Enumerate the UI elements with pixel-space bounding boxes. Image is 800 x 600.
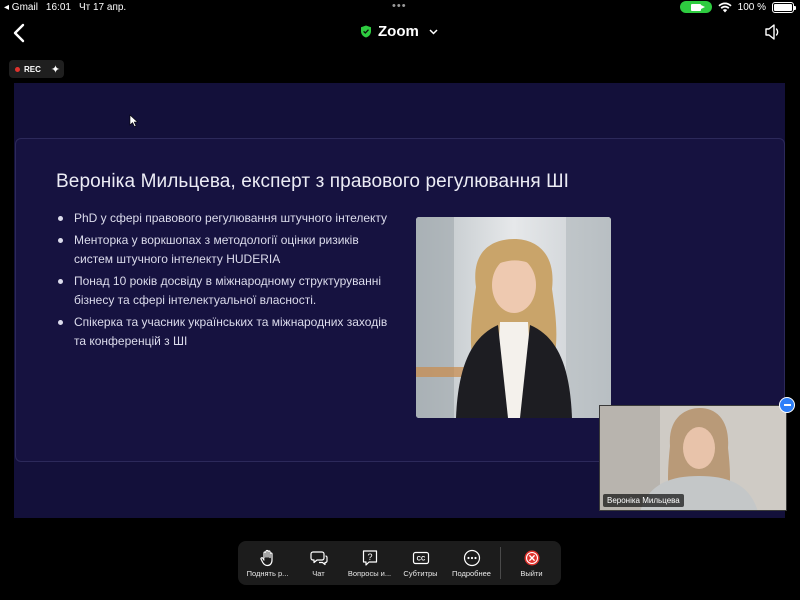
closed-captions-icon: CC [412, 551, 429, 564]
captions-label: Субтитры [403, 568, 438, 578]
chat-label: Чат [312, 568, 325, 578]
more-label: Подробнее [452, 568, 491, 578]
mouse-cursor-icon [129, 114, 139, 127]
clock: 16:01 [45, 2, 71, 13]
battery-percent: 100 % [737, 1, 766, 13]
bullet-item: Менторка у воркшопах з методології оцінк… [58, 231, 388, 269]
camera-in-use-indicator [679, 1, 712, 13]
toolbar-divider [500, 547, 501, 579]
chat-icon [309, 550, 328, 565]
video-camera-icon [690, 3, 705, 11]
more-button[interactable]: Подробнее [446, 543, 497, 583]
meeting-title: Zoom [378, 23, 419, 40]
svg-text:CC: CC [416, 556, 425, 562]
bullet-item: PhD у сфері правового регулювання штучно… [58, 209, 388, 228]
recording-label: REC [24, 64, 41, 74]
captions-button[interactable]: CC Субтитры [395, 543, 446, 583]
back-to-gmail-link[interactable]: ◂ Gmail [4, 2, 38, 13]
qa-label: Вопросы и... [347, 568, 392, 578]
speaker-portrait-photo [416, 217, 611, 418]
qa-button[interactable]: ? Вопросы и... [344, 543, 395, 583]
multitask-dots[interactable]: ••• [392, 0, 407, 12]
slide-title: Вероніка Мильцева, експерт з правового р… [56, 171, 570, 192]
participant-video-tile[interactable]: Вероніка Мильцева [599, 405, 787, 511]
bullet-list: PhD у сфері правового регулювання штучно… [58, 209, 388, 354]
raise-hand-icon [259, 549, 273, 566]
participant-name-tag: Вероніка Мильцева [603, 494, 684, 507]
bullet-item: Понад 10 років досвіду в міжнародному ст… [58, 272, 388, 310]
meeting-info-dropdown[interactable]: Zoom [360, 23, 438, 40]
shield-check-icon [361, 25, 371, 38]
leave-x-icon [524, 550, 539, 565]
ios-status-bar: ◂ Gmail 16:01 Чт 17 апр. ••• 100 % [0, 0, 800, 16]
minimize-video-button[interactable] [779, 397, 795, 413]
leave-button[interactable]: Выйти [506, 543, 557, 583]
battery-icon [772, 1, 796, 13]
recording-badge[interactable]: REC ✦ [9, 60, 64, 78]
bullet-item: Спікерка та учасник українських та міжна… [58, 313, 388, 351]
wifi-icon [718, 1, 732, 12]
chevron-down-icon [429, 28, 438, 35]
svg-text:?: ? [367, 552, 372, 562]
date: Чт 17 апр. [78, 2, 127, 13]
chat-button[interactable]: Чат [293, 543, 344, 583]
back-chevron-icon[interactable] [10, 22, 30, 44]
speaker-icon[interactable] [764, 22, 782, 42]
raise-hand-label: Поднять р... [246, 568, 289, 578]
raise-hand-button[interactable]: Поднять р... [242, 543, 293, 583]
meeting-top-bar: Zoom [0, 16, 800, 52]
more-dots-icon [463, 549, 480, 566]
meeting-controls-toolbar: Поднять р... Чат ? Вопросы и... CC Субти… [238, 541, 561, 585]
ai-companion-sparkle-icon[interactable]: ✦ [51, 63, 60, 76]
recording-dot-icon [15, 66, 20, 72]
question-icon: ? [362, 549, 377, 566]
minus-icon [783, 404, 791, 406]
leave-label: Выйти [520, 568, 543, 578]
